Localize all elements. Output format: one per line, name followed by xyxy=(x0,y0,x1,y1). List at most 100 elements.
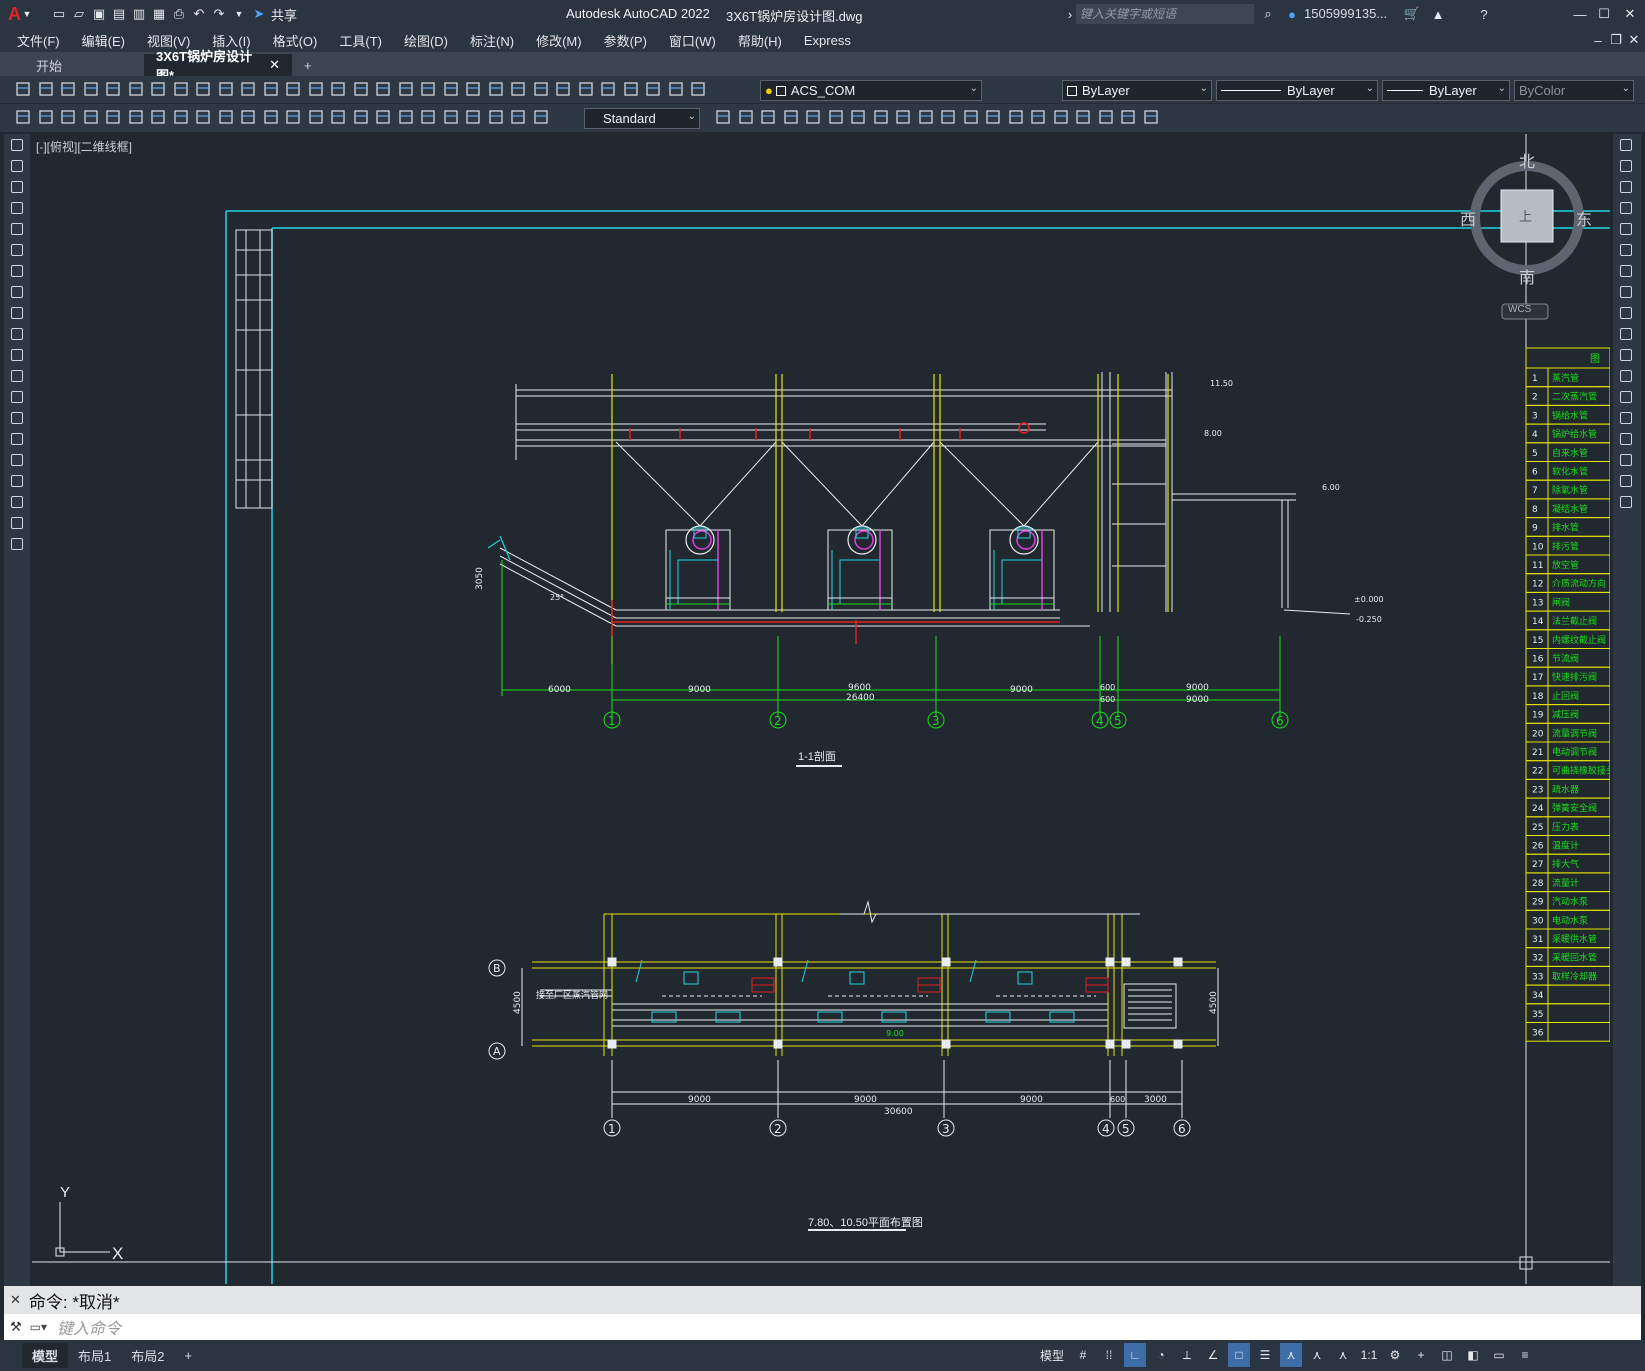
table-icon[interactable] xyxy=(6,492,28,512)
layer-freeze-icon[interactable] xyxy=(622,80,642,100)
minimize-icon[interactable]: — xyxy=(1570,4,1590,24)
tab-close-icon[interactable]: ✕ xyxy=(269,57,280,73)
viewcube-west[interactable]: 西 xyxy=(1460,206,1476,230)
continuous-orbit-icon[interactable] xyxy=(759,108,779,128)
annotation-visibility-icon[interactable]: ⋏ xyxy=(1280,1343,1303,1367)
undo-icon[interactable]: ↶ xyxy=(189,4,209,24)
extend-icon[interactable] xyxy=(1615,345,1637,365)
array-icon[interactable] xyxy=(1615,219,1637,239)
annotation-scale-icon[interactable]: ⋏ xyxy=(1332,1343,1354,1367)
layer-previous-icon[interactable] xyxy=(667,80,687,100)
search-input[interactable]: 键入关键字或短语 xyxy=(1076,4,1254,24)
line-icon[interactable] xyxy=(6,135,28,155)
spline-icon[interactable] xyxy=(6,303,28,323)
plus-icon[interactable]: + xyxy=(1410,1343,1432,1367)
wcs-menu[interactable]: WCS xyxy=(1508,304,1531,315)
view-front-icon[interactable] xyxy=(849,108,869,128)
hatch-icon[interactable] xyxy=(6,429,28,449)
layout-tab-2[interactable]: 布局2 xyxy=(121,1343,174,1368)
copy-icon[interactable] xyxy=(172,80,192,100)
dimupdate-icon[interactable] xyxy=(442,108,462,128)
drawing-canvas[interactable]: [-][俯视][二维线框] 6000 9000 9600 26400 9000 … xyxy=(32,134,1610,1284)
command-input[interactable]: ⚒ ▭▾ 键入命令 xyxy=(4,1314,1641,1340)
view-right-icon[interactable] xyxy=(917,108,937,128)
toolpalettes-icon[interactable] xyxy=(442,80,462,100)
color-dropdown[interactable]: ByLayer ⌄ xyxy=(1062,80,1212,101)
arc-icon[interactable] xyxy=(6,240,28,260)
dimbreak-icon[interactable] xyxy=(284,108,304,128)
dimcontinue-icon[interactable] xyxy=(239,108,259,128)
revcloud-icon[interactable] xyxy=(6,282,28,302)
mleader-icon[interactable] xyxy=(487,108,507,128)
layer-on-icon[interactable] xyxy=(599,80,619,100)
zoom-realtime-icon[interactable] xyxy=(329,80,349,100)
menu-edit[interactable]: 编辑(E) xyxy=(71,31,136,50)
dimedit-icon[interactable] xyxy=(397,108,417,128)
open-icon[interactable] xyxy=(37,80,57,100)
properties-icon[interactable] xyxy=(397,80,417,100)
text-style-dropdown[interactable]: Standard ⌄ xyxy=(584,108,700,129)
cut-icon[interactable] xyxy=(149,80,169,100)
menu-modify[interactable]: 修改(M) xyxy=(525,31,593,50)
view-top-icon[interactable] xyxy=(939,108,959,128)
customize-icon[interactable]: ▼ xyxy=(229,4,249,24)
save-as-icon[interactable]: ▤ xyxy=(109,4,129,24)
tab-drawing[interactable]: 3X6T锅炉房设计图* ✕ xyxy=(144,49,292,83)
save-icon[interactable]: ▣ xyxy=(89,4,109,24)
copy-icon[interactable] xyxy=(1615,156,1637,176)
undo-icon[interactable] xyxy=(262,80,282,100)
layout-tab-1[interactable]: 布局1 xyxy=(68,1343,121,1368)
menu-tools[interactable]: 工具(T) xyxy=(328,31,393,50)
join-icon[interactable] xyxy=(1615,408,1637,428)
publish-icon[interactable] xyxy=(127,80,147,100)
polar-icon[interactable]: ◔ xyxy=(1150,1343,1172,1367)
user-icon[interactable]: ● xyxy=(1282,4,1302,24)
dimradius-icon[interactable] xyxy=(104,108,124,128)
mirror-icon[interactable] xyxy=(1615,177,1637,197)
open-file-icon[interactable]: ▱ xyxy=(69,4,89,24)
share-label[interactable]: 共享 xyxy=(271,5,297,24)
clean-screen-icon[interactable]: ▭ xyxy=(1488,1343,1510,1367)
fly-icon[interactable] xyxy=(827,108,847,128)
sheetset-icon[interactable] xyxy=(464,80,484,100)
blend-icon[interactable] xyxy=(1615,471,1637,491)
explode-icon[interactable] xyxy=(1615,492,1637,512)
mleader-add-icon[interactable] xyxy=(509,108,529,128)
osnap-icon[interactable]: □ xyxy=(1228,1343,1251,1367)
export-icon[interactable]: ▥ xyxy=(129,4,149,24)
trim-icon[interactable] xyxy=(1615,324,1637,344)
chevron-down-icon[interactable]: ▼ xyxy=(21,4,33,24)
menu-express[interactable]: Express xyxy=(793,33,862,48)
visual-style-icon[interactable] xyxy=(1097,108,1117,128)
layer-state-icon[interactable] xyxy=(577,80,597,100)
break-at-point-icon[interactable] xyxy=(1615,366,1637,386)
rotate-icon[interactable] xyxy=(1615,261,1637,281)
region-icon[interactable] xyxy=(6,471,28,491)
dimbaseline-icon[interactable] xyxy=(217,108,237,128)
viewcube-east[interactable]: 东 xyxy=(1576,206,1592,230)
new-file-icon[interactable]: ▭ xyxy=(49,4,69,24)
wrench-icon[interactable]: ⚒ xyxy=(10,1319,22,1335)
markup-icon[interactable] xyxy=(487,80,507,100)
free-orbit-icon[interactable] xyxy=(737,108,757,128)
viewcube-face[interactable]: 上 xyxy=(1519,206,1532,225)
menu-format[interactable]: 格式(O) xyxy=(262,31,329,50)
redo-icon[interactable]: ↷ xyxy=(209,4,229,24)
ellipse-icon[interactable] xyxy=(6,324,28,344)
cart-icon[interactable]: 🛒 xyxy=(1402,4,1422,24)
chamfer-icon[interactable] xyxy=(1615,429,1637,449)
circle-icon[interactable] xyxy=(6,261,28,281)
dimlinear-icon[interactable] xyxy=(14,108,34,128)
model-space-toggle[interactable]: 模型 xyxy=(1036,1343,1068,1367)
close-icon[interactable]: ✕ xyxy=(1620,4,1640,24)
gradient-icon[interactable] xyxy=(6,450,28,470)
publish-icon[interactable]: ▦ xyxy=(149,4,169,24)
light-icon[interactable] xyxy=(1142,108,1162,128)
customize-icon[interactable]: ≡ xyxy=(1514,1343,1536,1367)
command-close-icon[interactable]: ✕ xyxy=(10,1292,21,1308)
point-icon[interactable] xyxy=(6,408,28,428)
dimstyle-icon[interactable] xyxy=(464,108,484,128)
dimangular-icon[interactable] xyxy=(172,108,192,128)
menu-draw[interactable]: 绘图(D) xyxy=(393,31,459,50)
layer-match-icon[interactable] xyxy=(689,80,709,100)
